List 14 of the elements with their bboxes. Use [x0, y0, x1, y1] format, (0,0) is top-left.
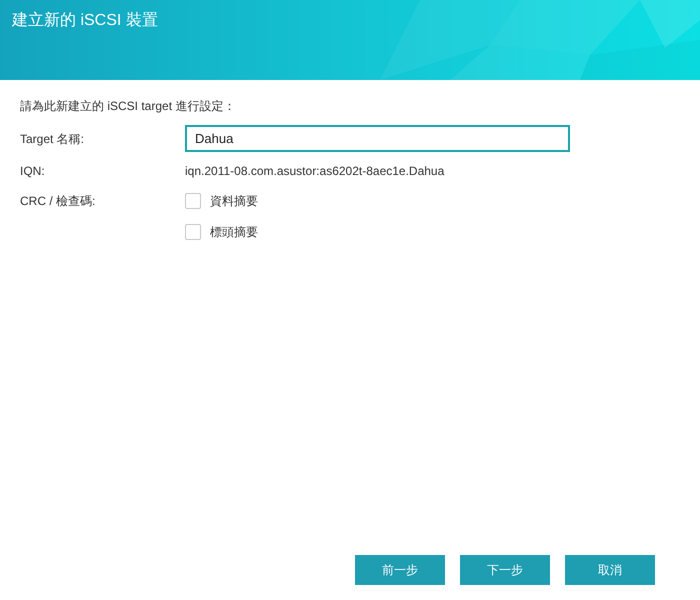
- checkbox[interactable]: [185, 224, 201, 240]
- window-title: 建立新的 iSCSI 裝置: [12, 10, 158, 31]
- target-name-field[interactable]: Dahua: [185, 125, 570, 152]
- dialog-button[interactable]: 取消: [565, 555, 655, 585]
- field-label: CRC / 檢查碼:: [20, 193, 96, 210]
- checkbox-label: 資料摘要: [210, 193, 258, 210]
- checkbox[interactable]: [185, 193, 201, 209]
- iqn-value: iqn.2011-08.com.asustor:as6202t-8aec1e.Dahua: [185, 163, 444, 180]
- field-label: IQN:: [20, 163, 46, 180]
- field-label: Target 名稱:: [20, 130, 86, 148]
- dialog-button[interactable]: 下一步: [460, 555, 550, 585]
- dialog-button[interactable]: 前一步: [355, 555, 445, 585]
- checkbox-label: 標頭摘要: [210, 224, 258, 241]
- intro-text: 請為此新建立的 iSCSI target 進行設定：: [20, 98, 236, 115]
